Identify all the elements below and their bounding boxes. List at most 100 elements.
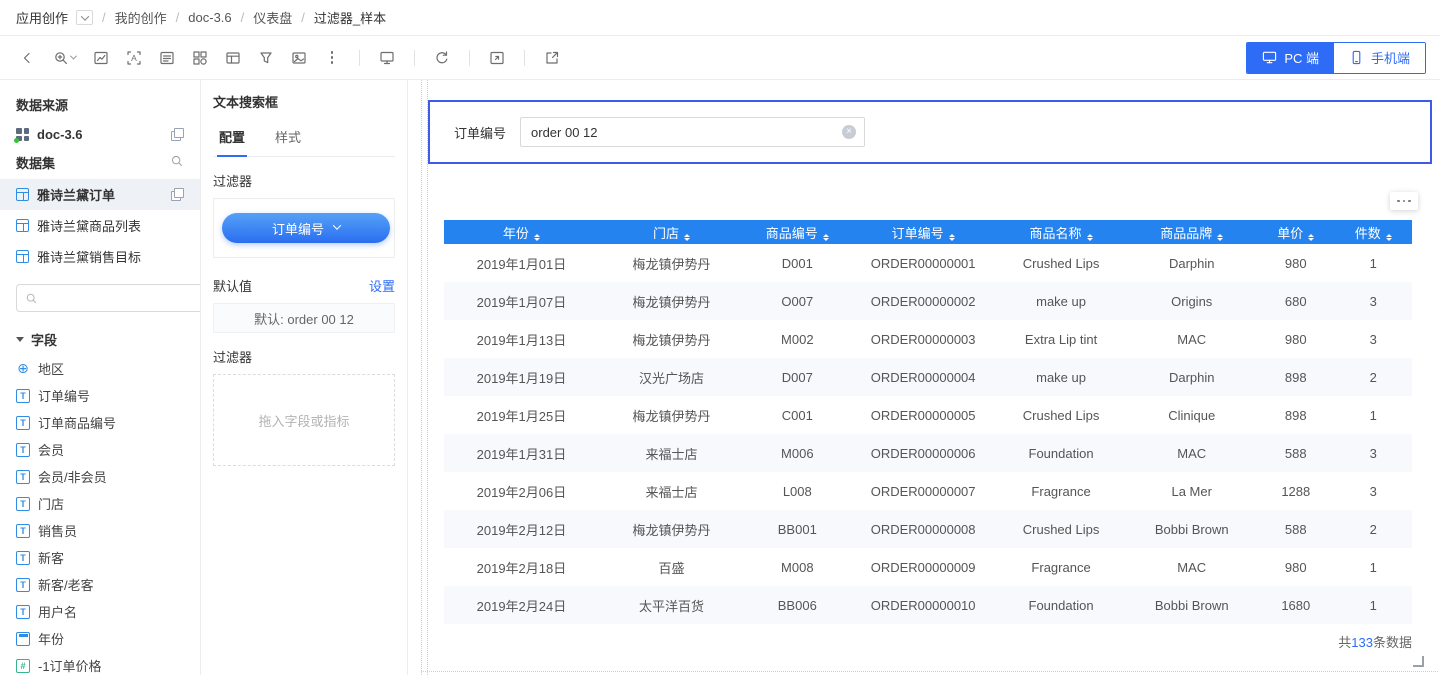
date-field-icon bbox=[16, 632, 30, 646]
field-item[interactable]: ⊕地区 bbox=[0, 355, 200, 382]
field-item[interactable]: #-1订单价格 bbox=[0, 652, 200, 675]
preview-icon[interactable] bbox=[374, 45, 400, 71]
dataset-item[interactable]: 雅诗兰黛商品列表 bbox=[0, 210, 200, 241]
field-search-input[interactable] bbox=[44, 291, 201, 306]
order-number-input[interactable] bbox=[531, 125, 836, 140]
table-cell: 梅龙镇伊势丹 bbox=[599, 510, 744, 548]
search-icon[interactable] bbox=[170, 154, 184, 171]
dataset-item[interactable]: 雅诗兰黛订单 bbox=[0, 179, 200, 210]
main-area: 数据来源 doc-3.6 数据集 雅诗兰黛订单雅诗兰黛商品列表雅诗兰黛销售目标 … bbox=[0, 80, 1440, 675]
table-cell: 2 bbox=[1335, 510, 1413, 548]
zoom-icon[interactable] bbox=[47, 45, 81, 71]
table-widget-icon[interactable] bbox=[220, 45, 246, 71]
filter-field-pill[interactable]: 订单编号 bbox=[222, 213, 390, 243]
field-item[interactable]: T订单商品编号 bbox=[0, 409, 200, 436]
table-header-cell[interactable]: 商品编号 bbox=[744, 220, 850, 244]
table-row: 2019年2月18日百盛M008ORDER00000009FragranceMA… bbox=[444, 548, 1412, 586]
table-cell: 1 bbox=[1335, 396, 1413, 434]
table-header-cell[interactable]: 件数 bbox=[1335, 220, 1413, 244]
chart-widget-icon[interactable] bbox=[88, 45, 114, 71]
table-cell: ORDER00000010 bbox=[851, 586, 996, 624]
table-cell: 2019年1月19日 bbox=[444, 358, 599, 396]
dataset-list: 雅诗兰黛订单雅诗兰黛商品列表雅诗兰黛销售目标 bbox=[0, 179, 200, 272]
breadcrumb-item[interactable]: 过滤器_样本 bbox=[314, 8, 386, 27]
table-header-cell[interactable]: 订单编号 bbox=[851, 220, 996, 244]
field-name: 订单商品编号 bbox=[38, 413, 116, 432]
table-cell: ORDER00000001 bbox=[851, 244, 996, 282]
sort-icon[interactable] bbox=[1087, 234, 1093, 242]
table-header-cell[interactable]: 年份 bbox=[444, 220, 599, 244]
field-drop-zone[interactable]: 拖入字段或指标 bbox=[213, 374, 395, 466]
table-header-cell[interactable]: 商品名称 bbox=[996, 220, 1127, 244]
list-widget-icon[interactable] bbox=[154, 45, 180, 71]
table-cell: Crushed Lips bbox=[996, 510, 1127, 548]
table-header-cell[interactable]: 商品品牌 bbox=[1126, 220, 1257, 244]
datasource-row[interactable]: doc-3.6 bbox=[0, 121, 200, 148]
refresh-icon[interactable] bbox=[429, 45, 455, 71]
clear-input-icon[interactable]: × bbox=[842, 125, 856, 139]
table-cell: Origins bbox=[1126, 282, 1257, 320]
filter-field-box: 订单编号 bbox=[213, 198, 395, 258]
field-item[interactable]: T新客 bbox=[0, 544, 200, 571]
breadcrumb-root[interactable]: 应用创作 bbox=[16, 8, 68, 27]
table-cell: Foundation bbox=[996, 434, 1127, 472]
table-header-cell[interactable]: 单价 bbox=[1257, 220, 1334, 244]
fields-section-header[interactable]: 字段 bbox=[0, 322, 200, 355]
table-cell: 2019年1月07日 bbox=[444, 282, 599, 320]
table-cell: M008 bbox=[744, 548, 850, 586]
control-widget-icon[interactable] bbox=[187, 45, 213, 71]
back-icon[interactable] bbox=[14, 45, 40, 71]
pc-view-button[interactable]: PC 端 bbox=[1247, 43, 1334, 73]
sort-icon[interactable] bbox=[534, 234, 540, 242]
table-cell: 980 bbox=[1257, 320, 1334, 358]
table-cell: D001 bbox=[744, 244, 850, 282]
phone-icon bbox=[1349, 50, 1364, 65]
breadcrumb-item[interactable]: 我的创作 bbox=[115, 8, 167, 27]
tab-style[interactable]: 样式 bbox=[273, 121, 303, 156]
breadcrumb-item[interactable]: doc-3.6 bbox=[188, 10, 231, 25]
field-item[interactable]: 年份 bbox=[0, 625, 200, 652]
table-cell: make up bbox=[996, 282, 1127, 320]
tab-config[interactable]: 配置 bbox=[217, 121, 247, 157]
column-label: 订单编号 bbox=[892, 226, 944, 241]
sort-icon[interactable] bbox=[684, 234, 690, 242]
breadcrumb-item[interactable]: 仪表盘 bbox=[253, 8, 292, 27]
switch-datasource-icon[interactable] bbox=[171, 128, 184, 141]
search-filter-widget[interactable]: 订单编号 × bbox=[428, 100, 1432, 164]
field-item[interactable]: T销售员 bbox=[0, 517, 200, 544]
table-row: 2019年1月25日梅龙镇伊势丹C001ORDER00000005Crushed… bbox=[444, 396, 1412, 434]
dataset-item[interactable]: 雅诗兰黛销售目标 bbox=[0, 241, 200, 272]
field-item[interactable]: T订单编号 bbox=[0, 382, 200, 409]
default-value-row: 默认值 设置 bbox=[213, 276, 395, 295]
filter-widget-icon[interactable] bbox=[253, 45, 279, 71]
field-item[interactable]: T新客/老客 bbox=[0, 571, 200, 598]
share-icon[interactable] bbox=[539, 45, 565, 71]
field-item[interactable]: T会员 bbox=[0, 436, 200, 463]
sort-icon[interactable] bbox=[1217, 234, 1223, 242]
sort-icon[interactable] bbox=[1308, 234, 1314, 242]
resize-handle[interactable] bbox=[1413, 656, 1424, 667]
more-icon[interactable] bbox=[319, 45, 345, 71]
widget-more-button[interactable] bbox=[1390, 192, 1418, 210]
chevron-down-icon[interactable] bbox=[76, 10, 93, 25]
field-name: 会员/非会员 bbox=[38, 467, 107, 486]
data-table-widget: 年份门店商品编号订单编号商品名称商品品牌单价件数 2019年1月01日梅龙镇伊势… bbox=[444, 220, 1412, 624]
sort-icon[interactable] bbox=[949, 234, 955, 242]
field-item[interactable]: T门店 bbox=[0, 490, 200, 517]
table-row: 2019年2月12日梅龙镇伊势丹BB001ORDER00000008Crushe… bbox=[444, 510, 1412, 548]
field-item[interactable]: T用户名 bbox=[0, 598, 200, 625]
sort-icon[interactable] bbox=[1386, 234, 1392, 242]
config-tabs: 配置 样式 bbox=[213, 121, 395, 157]
fullscreen-icon[interactable] bbox=[484, 45, 510, 71]
set-default-link[interactable]: 设置 bbox=[369, 276, 395, 295]
table-header-cell[interactable]: 门店 bbox=[599, 220, 744, 244]
field-item[interactable]: T会员/非会员 bbox=[0, 463, 200, 490]
field-search-box[interactable] bbox=[16, 284, 201, 312]
media-widget-icon[interactable] bbox=[286, 45, 312, 71]
text-widget-icon[interactable]: A bbox=[121, 45, 147, 71]
mobile-view-button[interactable]: 手机端 bbox=[1334, 43, 1425, 73]
breadcrumb: 应用创作 /我的创作/doc-3.6/仪表盘/过滤器_样本 bbox=[0, 0, 1440, 36]
switch-dataset-icon[interactable] bbox=[171, 188, 184, 201]
sort-icon[interactable] bbox=[823, 234, 829, 242]
datasource-name: doc-3.6 bbox=[37, 127, 83, 142]
